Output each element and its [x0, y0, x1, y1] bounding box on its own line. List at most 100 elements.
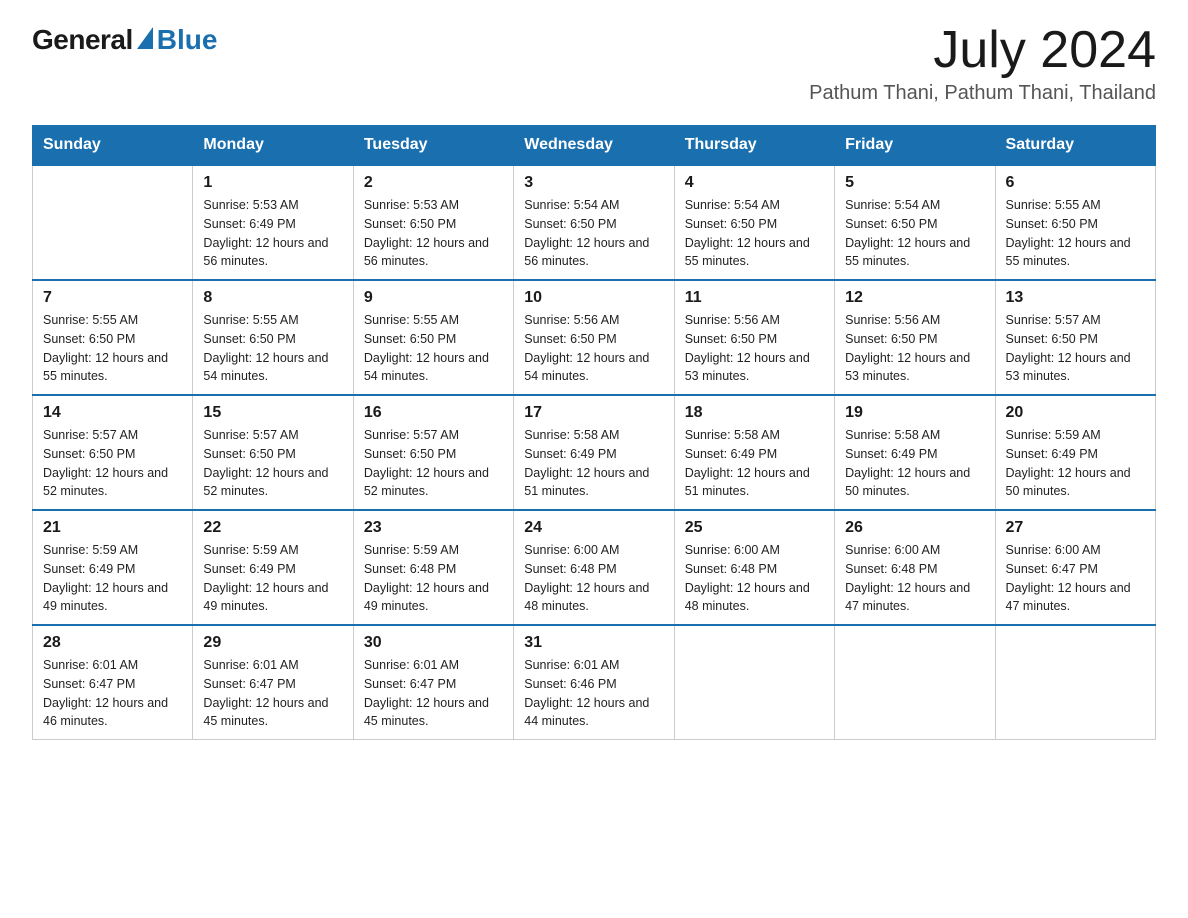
day-info: Sunrise: 5:56 AMSunset: 6:50 PMDaylight:… — [845, 311, 984, 386]
calendar-cell: 2 Sunrise: 5:53 AMSunset: 6:50 PMDaylight… — [353, 165, 513, 280]
day-info: Sunrise: 5:56 AMSunset: 6:50 PMDaylight:… — [685, 311, 824, 386]
calendar-cell: 27Sunrise: 6:00 AMSunset: 6:47 PMDayligh… — [995, 510, 1155, 625]
calendar-cell: 21 Sunrise: 5:59 AMSunset: 6:49 PMDayligh… — [33, 510, 193, 625]
day-info: Sunrise: 5:54 AMSunset: 6:50 PMDaylight:… — [845, 196, 984, 271]
calendar-cell: 16 Sunrise: 5:57 AMSunset: 6:50 PMDayligh… — [353, 395, 513, 510]
day-info: Sunrise: 5:55 AMSunset: 6:50 PMDaylight:… — [43, 311, 182, 386]
day-number: 4 — [685, 174, 824, 192]
day-number: 30 — [364, 634, 503, 652]
day-number: 18 — [685, 404, 824, 422]
day-number: 31 — [524, 634, 663, 652]
day-number: 28 — [43, 634, 182, 652]
day-number: 1 — [203, 174, 342, 192]
calendar-cell: 7 Sunrise: 5:55 AMSunset: 6:50 PMDaylight… — [33, 280, 193, 395]
calendar-cell: 5 Sunrise: 5:54 AMSunset: 6:50 PMDaylight… — [835, 165, 995, 280]
calendar-cell: 9 Sunrise: 5:55 AMSunset: 6:50 PMDaylight… — [353, 280, 513, 395]
day-info: Sunrise: 5:59 AMSunset: 6:49 PMDaylight:… — [43, 541, 182, 616]
day-number: 5 — [845, 174, 984, 192]
weekday-header-saturday: Saturday — [995, 126, 1155, 166]
day-info: Sunrise: 6:01 AMSunset: 6:47 PMDaylight:… — [203, 656, 342, 731]
calendar-cell — [674, 625, 834, 740]
day-number: 6 — [1006, 174, 1145, 192]
logo: General Blue — [32, 24, 217, 56]
day-info: Sunrise: 5:56 AMSunset: 6:50 PMDaylight:… — [524, 311, 663, 386]
day-info: Sunrise: 6:00 AMSunset: 6:48 PMDaylight:… — [845, 541, 984, 616]
calendar-cell: 31 Sunrise: 6:01 AMSunset: 6:46 PMDayligh… — [514, 625, 674, 740]
day-info: Sunrise: 5:55 AMSunset: 6:50 PMDaylight:… — [1006, 196, 1145, 271]
day-info: Sunrise: 6:01 AMSunset: 6:47 PMDaylight:… — [364, 656, 503, 731]
day-number: 29 — [203, 634, 342, 652]
day-info: Sunrise: 5:58 AMSunset: 6:49 PMDaylight:… — [524, 426, 663, 501]
day-number: 20 — [1006, 404, 1145, 422]
day-number: 26 — [845, 519, 984, 537]
day-info: Sunrise: 6:00 AMSunset: 6:47 PMDaylight:… — [1006, 541, 1145, 616]
day-info: Sunrise: 5:53 AMSunset: 6:49 PMDaylight:… — [203, 196, 342, 271]
calendar-cell: 18 Sunrise: 5:58 AMSunset: 6:49 PMDayligh… — [674, 395, 834, 510]
calendar-cell: 23Sunrise: 5:59 AMSunset: 6:48 PMDayligh… — [353, 510, 513, 625]
weekday-header-monday: Monday — [193, 126, 353, 166]
day-info: Sunrise: 5:54 AMSunset: 6:50 PMDaylight:… — [524, 196, 663, 271]
day-info: Sunrise: 6:00 AMSunset: 6:48 PMDaylight:… — [524, 541, 663, 616]
week-row-2: 7 Sunrise: 5:55 AMSunset: 6:50 PMDaylight… — [33, 280, 1156, 395]
day-info: Sunrise: 5:57 AMSunset: 6:50 PMDaylight:… — [43, 426, 182, 501]
day-number: 12 — [845, 289, 984, 307]
day-number: 15 — [203, 404, 342, 422]
calendar-cell: 29 Sunrise: 6:01 AMSunset: 6:47 PMDayligh… — [193, 625, 353, 740]
day-info: Sunrise: 6:00 AMSunset: 6:48 PMDaylight:… — [685, 541, 824, 616]
page-header: General Blue July 2024 Pathum Thani, Pat… — [32, 24, 1156, 105]
month-year-title: July 2024 — [809, 24, 1156, 76]
day-info: Sunrise: 5:53 AMSunset: 6:50 PMDaylight:… — [364, 196, 503, 271]
day-info: Sunrise: 6:01 AMSunset: 6:46 PMDaylight:… — [524, 656, 663, 731]
logo-blue-text: Blue — [157, 24, 218, 56]
logo-triangle-icon — [137, 27, 153, 49]
calendar-table: SundayMondayTuesdayWednesdayThursdayFrid… — [32, 125, 1156, 740]
day-number: 19 — [845, 404, 984, 422]
calendar-cell: 14Sunrise: 5:57 AMSunset: 6:50 PMDayligh… — [33, 395, 193, 510]
day-info: Sunrise: 5:57 AMSunset: 6:50 PMDaylight:… — [1006, 311, 1145, 386]
day-number: 16 — [364, 404, 503, 422]
calendar-cell: 1 Sunrise: 5:53 AMSunset: 6:49 PMDaylight… — [193, 165, 353, 280]
calendar-cell: 3 Sunrise: 5:54 AMSunset: 6:50 PMDaylight… — [514, 165, 674, 280]
calendar-cell: 28 Sunrise: 6:01 AMSunset: 6:47 PMDayligh… — [33, 625, 193, 740]
day-info: Sunrise: 5:58 AMSunset: 6:49 PMDaylight:… — [685, 426, 824, 501]
calendar-cell: 15 Sunrise: 5:57 AMSunset: 6:50 PMDayligh… — [193, 395, 353, 510]
day-number: 7 — [43, 289, 182, 307]
calendar-cell: 25Sunrise: 6:00 AMSunset: 6:48 PMDayligh… — [674, 510, 834, 625]
title-section: July 2024 Pathum Thani, Pathum Thani, Th… — [809, 24, 1156, 105]
weekday-header-row: SundayMondayTuesdayWednesdayThursdayFrid… — [33, 126, 1156, 166]
day-info: Sunrise: 5:54 AMSunset: 6:50 PMDaylight:… — [685, 196, 824, 271]
day-info: Sunrise: 5:57 AMSunset: 6:50 PMDaylight:… — [203, 426, 342, 501]
weekday-header-sunday: Sunday — [33, 126, 193, 166]
day-number: 11 — [685, 289, 824, 307]
calendar-cell — [995, 625, 1155, 740]
day-info: Sunrise: 5:55 AMSunset: 6:50 PMDaylight:… — [364, 311, 503, 386]
day-number: 13 — [1006, 289, 1145, 307]
day-number: 21 — [43, 519, 182, 537]
day-number: 2 — [364, 174, 503, 192]
calendar-cell: 24 Sunrise: 6:00 AMSunset: 6:48 PMDayligh… — [514, 510, 674, 625]
week-row-5: 28 Sunrise: 6:01 AMSunset: 6:47 PMDayligh… — [33, 625, 1156, 740]
week-row-1: 1 Sunrise: 5:53 AMSunset: 6:49 PMDaylight… — [33, 165, 1156, 280]
day-number: 17 — [524, 404, 663, 422]
weekday-header-friday: Friday — [835, 126, 995, 166]
calendar-cell — [835, 625, 995, 740]
calendar-cell: 30 Sunrise: 6:01 AMSunset: 6:47 PMDayligh… — [353, 625, 513, 740]
calendar-cell: 17 Sunrise: 5:58 AMSunset: 6:49 PMDayligh… — [514, 395, 674, 510]
day-number: 9 — [364, 289, 503, 307]
weekday-header-thursday: Thursday — [674, 126, 834, 166]
logo-general-text: General — [32, 24, 133, 56]
calendar-cell: 12 Sunrise: 5:56 AMSunset: 6:50 PMDayligh… — [835, 280, 995, 395]
calendar-cell: 6 Sunrise: 5:55 AMSunset: 6:50 PMDaylight… — [995, 165, 1155, 280]
week-row-4: 21 Sunrise: 5:59 AMSunset: 6:49 PMDayligh… — [33, 510, 1156, 625]
calendar-cell: 4 Sunrise: 5:54 AMSunset: 6:50 PMDaylight… — [674, 165, 834, 280]
day-number: 3 — [524, 174, 663, 192]
day-number: 24 — [524, 519, 663, 537]
day-number: 8 — [203, 289, 342, 307]
calendar-cell: 20Sunrise: 5:59 AMSunset: 6:49 PMDayligh… — [995, 395, 1155, 510]
weekday-header-wednesday: Wednesday — [514, 126, 674, 166]
calendar-cell — [33, 165, 193, 280]
calendar-cell: 26 Sunrise: 6:00 AMSunset: 6:48 PMDayligh… — [835, 510, 995, 625]
day-info: Sunrise: 5:57 AMSunset: 6:50 PMDaylight:… — [364, 426, 503, 501]
day-info: Sunrise: 6:01 AMSunset: 6:47 PMDaylight:… — [43, 656, 182, 731]
calendar-cell: 10Sunrise: 5:56 AMSunset: 6:50 PMDayligh… — [514, 280, 674, 395]
